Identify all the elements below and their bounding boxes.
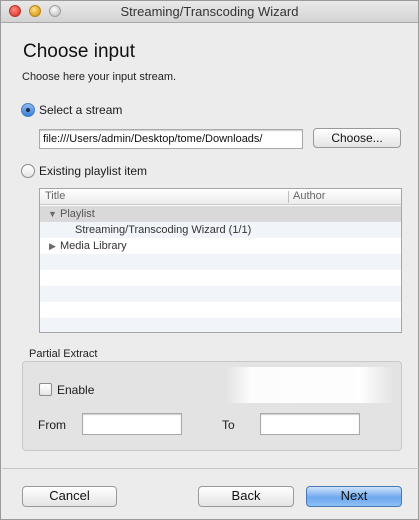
enable-label[interactable]: Enable [57, 383, 94, 397]
empty-row [40, 302, 401, 318]
playlist-tree[interactable]: Title Author ▼ Playlist Streaming/Transc… [39, 188, 402, 333]
tree-row-label: Streaming/Transcoding Wizard (1/1) [75, 224, 252, 236]
partial-extract-label: Partial Extract [29, 348, 98, 360]
existing-playlist-radio[interactable] [21, 164, 35, 178]
disclosure-expanded-icon[interactable]: ▼ [48, 206, 57, 222]
title-bar[interactable]: Streaming/Transcoding Wizard [1, 1, 418, 23]
screen-glare [226, 367, 394, 403]
tree-row-label: Media Library [60, 240, 127, 252]
disclosure-collapsed-icon[interactable]: ▶ [49, 238, 56, 254]
next-button[interactable]: Next [306, 486, 402, 507]
tree-row-media-library[interactable]: ▶ Media Library [40, 238, 401, 254]
select-stream-radio[interactable] [21, 103, 35, 117]
window-title: Streaming/Transcoding Wizard [120, 4, 299, 19]
wizard-window: Streaming/Transcoding Wizard Choose inpu… [0, 0, 419, 520]
tree-row-playlist[interactable]: ▼ Playlist [40, 206, 401, 222]
select-stream-label[interactable]: Select a stream [39, 103, 122, 117]
empty-row [40, 286, 401, 302]
from-input[interactable] [82, 413, 182, 435]
footer-divider [2, 468, 419, 469]
column-title[interactable]: Title [45, 190, 65, 202]
to-label: To [222, 418, 235, 432]
playlist-header: Title Author [40, 189, 401, 205]
enable-checkbox[interactable] [39, 383, 52, 396]
empty-row [40, 270, 401, 286]
back-button[interactable]: Back [198, 486, 294, 507]
column-author[interactable]: Author [293, 190, 325, 202]
empty-row [40, 254, 401, 270]
to-input[interactable] [260, 413, 360, 435]
cancel-button[interactable]: Cancel [22, 486, 117, 507]
existing-playlist-label[interactable]: Existing playlist item [39, 164, 147, 178]
empty-row [40, 318, 401, 332]
page-subheading: Choose here your input stream. [22, 71, 177, 83]
column-separator[interactable] [288, 191, 289, 203]
from-label: From [38, 418, 66, 432]
stream-path-input[interactable]: file:///Users/admin/Desktop/tome/Downloa… [39, 129, 303, 149]
choose-button[interactable]: Choose... [313, 128, 401, 148]
tree-row-label: Playlist [60, 208, 95, 220]
page-heading: Choose input [23, 41, 135, 62]
tree-row-wizard-item[interactable]: Streaming/Transcoding Wizard (1/1) [40, 222, 401, 238]
